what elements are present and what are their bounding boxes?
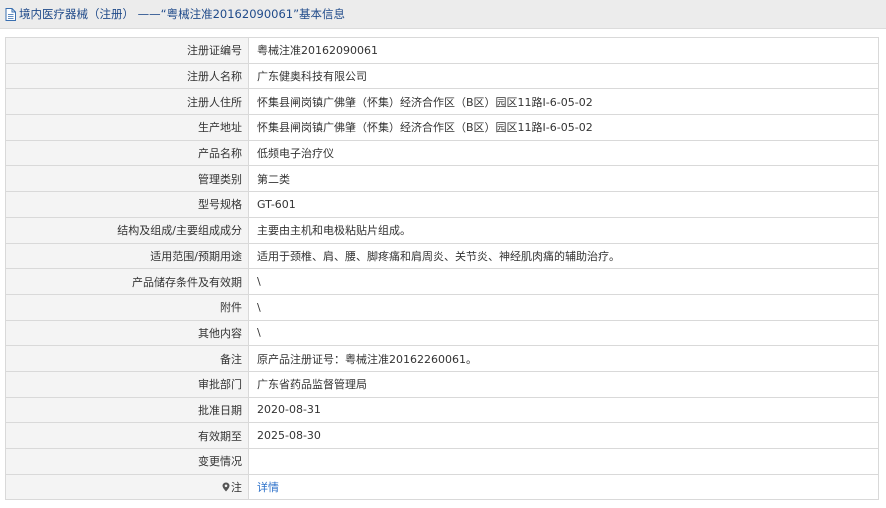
row-value: 第二类 <box>248 165 879 193</box>
details-link-cell: 详情 <box>248 473 879 501</box>
table-row: 结构及组成/主要组成成分 主要由主机和电极粘贴片组成。 <box>5 216 879 244</box>
note-label: 注 <box>231 481 242 495</box>
table-row: 附件 \ <box>5 293 879 321</box>
note-row: 注 详情 <box>5 473 879 501</box>
row-value <box>248 448 879 475</box>
table-row: 管理类别 第二类 <box>5 165 879 193</box>
row-label: 注册证编号 <box>5 37 249 64</box>
row-label: 型号规格 <box>5 191 249 218</box>
row-value: 怀集县闸岗镇广佛肇（怀集）经济合作区（B区）园区11路I-6-05-02 <box>248 114 879 141</box>
note-label-cell: 注 <box>5 473 249 501</box>
table-row: 产品储存条件及有效期 \ <box>5 268 879 295</box>
table-row: 备注 原产品注册证号：粤械注准20162260061。 <box>5 345 879 372</box>
row-label: 附件 <box>5 293 249 321</box>
table-row: 审批部门 广东省药品监督管理局 <box>5 370 879 398</box>
row-label: 产品储存条件及有效期 <box>5 268 249 295</box>
row-value: 2025-08-30 <box>248 422 879 449</box>
table-row: 适用范围/预期用途 适用于颈椎、肩、腰、脚疼痛和肩周炎、关节炎、神经肌肉痛的辅助治… <box>5 242 879 270</box>
row-label: 其他内容 <box>5 319 249 347</box>
row-value: 主要由主机和电极粘贴片组成。 <box>248 216 879 244</box>
table-row: 批准日期 2020-08-31 <box>5 396 879 424</box>
row-label: 产品名称 <box>5 139 249 167</box>
row-value: 低频电子治疗仪 <box>248 139 879 167</box>
row-label: 适用范围/预期用途 <box>5 242 249 270</box>
row-label: 审批部门 <box>5 370 249 398</box>
row-value: 原产品注册证号：粤械注准20162260061。 <box>248 345 879 372</box>
row-value: \ <box>248 319 879 347</box>
row-label: 注册人住所 <box>5 88 249 116</box>
row-label: 结构及组成/主要组成成分 <box>5 216 249 244</box>
table-row: 型号规格 GT-601 <box>5 191 879 218</box>
row-label: 有效期至 <box>5 422 249 449</box>
table-row: 其他内容 \ <box>5 319 879 347</box>
page-header: 境内医疗器械（注册） ——“粤械注准20162090061”基本信息 <box>0 0 886 29</box>
table-row: 生产地址 怀集县闸岗镇广佛肇（怀集）经济合作区（B区）园区11路I-6-05-02 <box>5 114 879 141</box>
row-label: 生产地址 <box>5 114 249 141</box>
table-row: 变更情况 <box>5 448 879 475</box>
table-row: 注册人名称 广东健奥科技有限公司 <box>5 62 879 90</box>
row-value: 2020-08-31 <box>248 396 879 424</box>
details-link[interactable]: 详情 <box>257 481 279 494</box>
row-value: 粤械注准20162090061 <box>248 37 879 64</box>
row-label: 管理类别 <box>5 165 249 193</box>
row-value: 适用于颈椎、肩、腰、脚疼痛和肩周炎、关节炎、神经肌肉痛的辅助治疗。 <box>248 242 879 270</box>
page-title: 境内医疗器械（注册） ——“粤械注准20162090061”基本信息 <box>19 7 346 21</box>
document-icon <box>5 7 16 21</box>
table-row: 注册人住所 怀集县闸岗镇广佛肇（怀集）经济合作区（B区）园区11路I-6-05-0… <box>5 88 879 116</box>
row-value: 广东健奥科技有限公司 <box>248 62 879 90</box>
row-label: 变更情况 <box>5 448 249 475</box>
row-value: \ <box>248 293 879 321</box>
row-value: 广东省药品监督管理局 <box>248 370 879 398</box>
row-label: 批准日期 <box>5 396 249 424</box>
row-value: GT-601 <box>248 191 879 218</box>
row-label: 备注 <box>5 345 249 372</box>
detail-table: 注册证编号 粤械注准20162090061 注册人名称 广东健奥科技有限公司 注册人住所… <box>5 37 879 501</box>
row-value: \ <box>248 268 879 295</box>
table-row: 产品名称 低频电子治疗仪 <box>5 139 879 167</box>
map-pin-icon <box>222 482 230 492</box>
table-row: 注册证编号 粤械注准20162090061 <box>5 37 879 64</box>
table-row: 有效期至 2025-08-30 <box>5 422 879 449</box>
row-value: 怀集县闸岗镇广佛肇（怀集）经济合作区（B区）园区11路I-6-05-02 <box>248 88 879 116</box>
row-label: 注册人名称 <box>5 62 249 90</box>
